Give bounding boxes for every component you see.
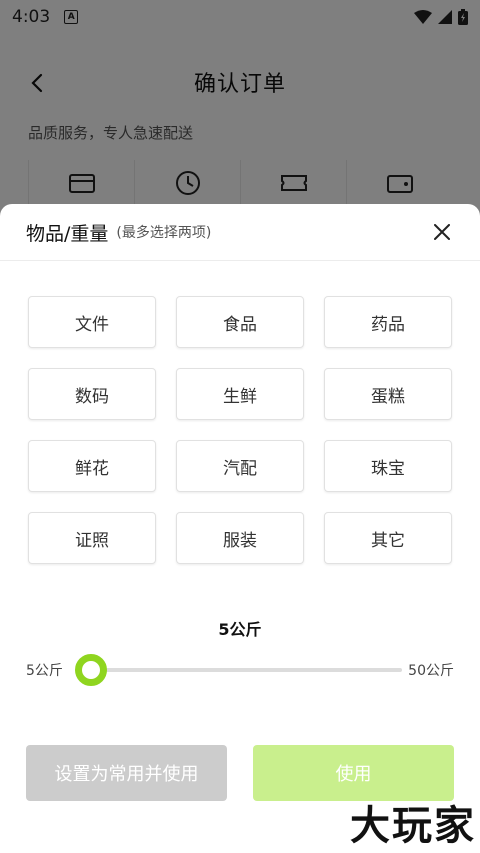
sheet-hint: (最多选择两项)	[116, 225, 212, 241]
weight-slider-thumb[interactable]	[75, 654, 107, 686]
sheet-header: 物品/重量 (最多选择两项)	[0, 204, 480, 261]
item-chip-flowers[interactable]: 鲜花	[28, 440, 156, 492]
item-chip-auto-parts[interactable]: 汽配	[176, 440, 304, 492]
close-icon[interactable]	[430, 220, 454, 244]
weight-slider-row: 5公斤 50公斤	[26, 654, 454, 686]
weight-value: 5公斤	[218, 620, 262, 639]
item-chip-jewelry[interactable]: 珠宝	[324, 440, 452, 492]
item-chip-food[interactable]: 食品	[176, 296, 304, 348]
item-chip-certificates[interactable]: 证照	[28, 512, 156, 564]
slider-max-label: 50公斤	[408, 663, 454, 679]
item-grid: 文件 食品 药品 数码 生鲜 蛋糕 鲜花 汽配 珠宝 证照 服装 其它	[28, 296, 452, 564]
item-chip-clothing[interactable]: 服装	[176, 512, 304, 564]
item-chip-medicine[interactable]: 药品	[324, 296, 452, 348]
watermark-logo: 大玩家	[350, 802, 476, 849]
item-chip-cake[interactable]: 蛋糕	[324, 368, 452, 420]
save-common-button[interactable]: 设置为常用并使用	[26, 745, 227, 801]
item-chip-fresh[interactable]: 生鲜	[176, 368, 304, 420]
sheet-title: 物品/重量	[26, 222, 109, 245]
item-chip-documents[interactable]: 文件	[28, 296, 156, 348]
item-chip-other[interactable]: 其它	[324, 512, 452, 564]
item-chip-digital[interactable]: 数码	[28, 368, 156, 420]
item-weight-sheet: 物品/重量 (最多选择两项) 文件 食品 药品 数码 生鲜 蛋糕 鲜花 汽配 珠…	[0, 204, 480, 853]
weight-slider-track[interactable]	[75, 654, 402, 686]
